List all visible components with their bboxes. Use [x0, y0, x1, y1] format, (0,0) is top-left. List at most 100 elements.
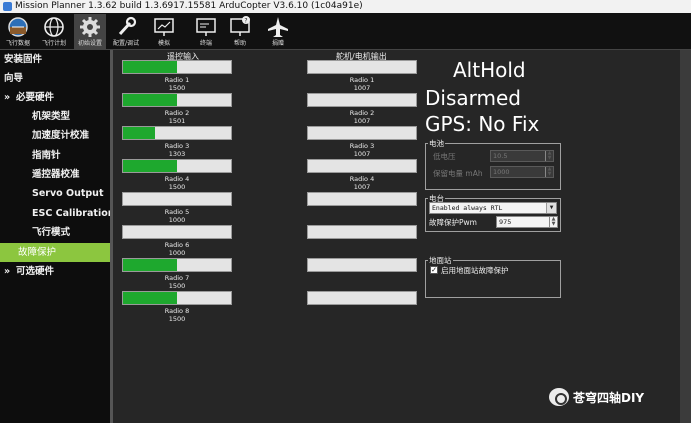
- svg-text:?: ?: [244, 18, 247, 25]
- flight-data-icon: [8, 17, 28, 37]
- radio-in-bar: [122, 159, 232, 173]
- sidebar-item-compass[interactable]: 指南针: [0, 146, 110, 165]
- radio-in-bar: [122, 93, 232, 107]
- radio-in-bar: [122, 291, 232, 305]
- globe-icon: [44, 17, 64, 37]
- toolbar-terminal[interactable]: 终端: [190, 14, 222, 49]
- toolbar-label: 初始设置: [77, 40, 102, 47]
- sidebar-item-wizard[interactable]: 向导: [0, 69, 110, 88]
- toolbar-initial-setup[interactable]: 初始设置: [74, 14, 106, 49]
- monitor-icon: [154, 18, 174, 36]
- toolbar-label: 捐赠: [271, 40, 284, 47]
- vertical-scrollbar[interactable]: [680, 50, 691, 423]
- sidebar-item-mandatory-hardware[interactable]: » 必要硬件: [0, 88, 110, 107]
- plane-icon: [268, 17, 288, 37]
- sidebar-item-esc-calibration[interactable]: ESC Calibration: [0, 204, 115, 223]
- sidebar-item-servo-output[interactable]: Servo Output: [0, 184, 110, 203]
- sidebar-item-accel-calibration[interactable]: 加速度计校准: [0, 126, 110, 145]
- toolbar-label: 飞行数据: [5, 40, 30, 47]
- servo-out-bar: [307, 93, 417, 107]
- sidebar-item-label: Servo Output: [32, 188, 104, 199]
- flight-mode-status: AltHold: [453, 58, 526, 82]
- radio-in-channel-value: 1000: [168, 216, 186, 224]
- radio-in-channel-value: 1500: [168, 84, 186, 92]
- sidebar-item-radio-calibration[interactable]: 遥控器校准: [0, 165, 110, 184]
- sidebar-item-label: ESC Calibration: [32, 208, 115, 219]
- radio-in-channel-name: Radio 2: [164, 109, 190, 117]
- servo-out-channel-value: 1007: [353, 117, 371, 125]
- radio-in-bar-fill: [123, 259, 177, 271]
- radio-in-bar: [122, 126, 232, 140]
- toolbar-help[interactable]: ? 帮助: [224, 14, 256, 49]
- sidebar-item-label: 安装固件: [4, 54, 43, 65]
- radio-in-channel-name: Radio 8: [164, 307, 190, 315]
- sidebar-item-optional-hardware[interactable]: » 可选硬件: [0, 262, 110, 281]
- toolbar-label: 配置/调试: [112, 40, 140, 47]
- sidebar-item-failsafe[interactable]: 故障保护: [0, 243, 110, 262]
- radio-in-bar: [122, 258, 232, 272]
- radio-in-channel-value: 1303: [168, 150, 186, 158]
- watermark: 苍穹四轴DIY: [549, 388, 689, 408]
- low-voltage-value: 10.5: [493, 152, 508, 160]
- failsafe-pwm-input[interactable]: 975 ▲ ▼: [496, 216, 558, 228]
- sidebar-item-install-firmware[interactable]: 安装固件: [0, 50, 110, 69]
- spinner-arrows-icon: ▲ ▼: [545, 167, 553, 177]
- gcs-failsafe-checkbox-label: 启用地面站故障保护: [441, 266, 509, 275]
- servo-out-bar: [307, 159, 417, 173]
- reserved-mah-label: 保留电量 mAh: [433, 169, 483, 178]
- radio-in-channel-value: 1500: [168, 315, 186, 323]
- reserved-mah-value: 1000: [493, 168, 510, 176]
- reserved-mah-input: 1000 ▲ ▼: [490, 166, 554, 178]
- expand-icon: »: [4, 266, 11, 277]
- battery-title: 电池: [428, 138, 445, 149]
- sidebar-item-label: 故障保护: [18, 247, 57, 258]
- window-title-bar: Mission Planner 1.3.62 build 1.3.6917.15…: [0, 0, 691, 13]
- radio-in-bar-fill: [123, 127, 156, 139]
- toolbar-config-tuning[interactable]: 配置/调试: [110, 14, 142, 49]
- arming-status: Disarmed: [425, 86, 521, 110]
- toolbar-label: 飞行计划: [41, 40, 66, 47]
- main-toolbar: 飞行数据 飞行计划 初始设置 配置/调试 模拟 终端 ? 帮助 捐赠: [0, 13, 691, 50]
- sidebar-item-label: 向导: [4, 73, 24, 84]
- toolbar-label: 模拟: [157, 40, 170, 47]
- toolbar-flight-plan[interactable]: 飞行计划: [38, 14, 70, 49]
- radio-in-channel-value: 1000: [168, 249, 186, 257]
- spinner-arrows-icon[interactable]: ▲ ▼: [549, 217, 557, 227]
- wrench-icon: [118, 16, 137, 36]
- toolbar-simulation[interactable]: 模拟: [148, 14, 180, 49]
- toolbar-donate[interactable]: 捐赠: [262, 14, 294, 49]
- failsafe-panel: 遥控输入 舵机/电机输出 Radio 1 1500 Radio 2 1501 Radio…: [113, 50, 691, 423]
- gcs-failsafe-group: 地面站 ✓ 启用地面站故障保护: [425, 255, 561, 298]
- servo-out-bar: [307, 291, 417, 305]
- servo-out-bar: [307, 192, 417, 206]
- sidebar-item-label: 必要硬件: [16, 92, 55, 103]
- radio-in-bar-fill: [123, 61, 177, 73]
- radio-in-channel-name: Radio 7: [164, 274, 190, 282]
- radio-in-channel-name: Radio 6: [164, 241, 190, 249]
- radio-in-channel-value: 1500: [168, 282, 186, 290]
- watermark-text: 苍穹四轴DIY: [573, 391, 645, 405]
- servo-out-channel-name: Radio 3: [349, 142, 375, 150]
- gcs-failsafe-checkbox[interactable]: ✓: [430, 266, 438, 274]
- sidebar-item-label: 可选硬件: [16, 266, 55, 277]
- chevron-down-icon[interactable]: ▼: [546, 203, 556, 213]
- radio-in-bar-fill: [123, 160, 177, 172]
- radio-in-channel-name: Radio 4: [164, 175, 190, 183]
- servo-out-channel-name: Radio 1: [349, 76, 375, 84]
- servo-out-bar: [307, 258, 417, 272]
- radio-failsafe-mode-select[interactable]: Enabled always RTL ▼: [429, 202, 557, 214]
- sidebar-item-flight-modes[interactable]: 飞行模式: [0, 223, 110, 242]
- radio-in-bar: [122, 192, 232, 206]
- servo-out-channel-name: Radio 2: [349, 109, 375, 117]
- radio-in-channel-name: Radio 5: [164, 208, 190, 216]
- sidebar-item-frame-type[interactable]: 机架类型: [0, 107, 110, 126]
- servo-out-channel-value: 1007: [353, 84, 371, 92]
- battery-group: 电池 低电压 10.5 ▲ ▼ 保留电量 mAh 1000 ▲ ▼: [425, 138, 561, 190]
- expand-icon: »: [4, 92, 11, 103]
- toolbar-flight-data[interactable]: 飞行数据: [2, 14, 34, 49]
- failsafe-pwm-label: 故障保护Pwm: [429, 218, 477, 227]
- toolbar-label: 帮助: [233, 40, 246, 47]
- app-icon: [3, 2, 12, 11]
- sidebar-item-label: 遥控器校准: [32, 169, 80, 180]
- low-voltage-label: 低电压: [433, 152, 456, 161]
